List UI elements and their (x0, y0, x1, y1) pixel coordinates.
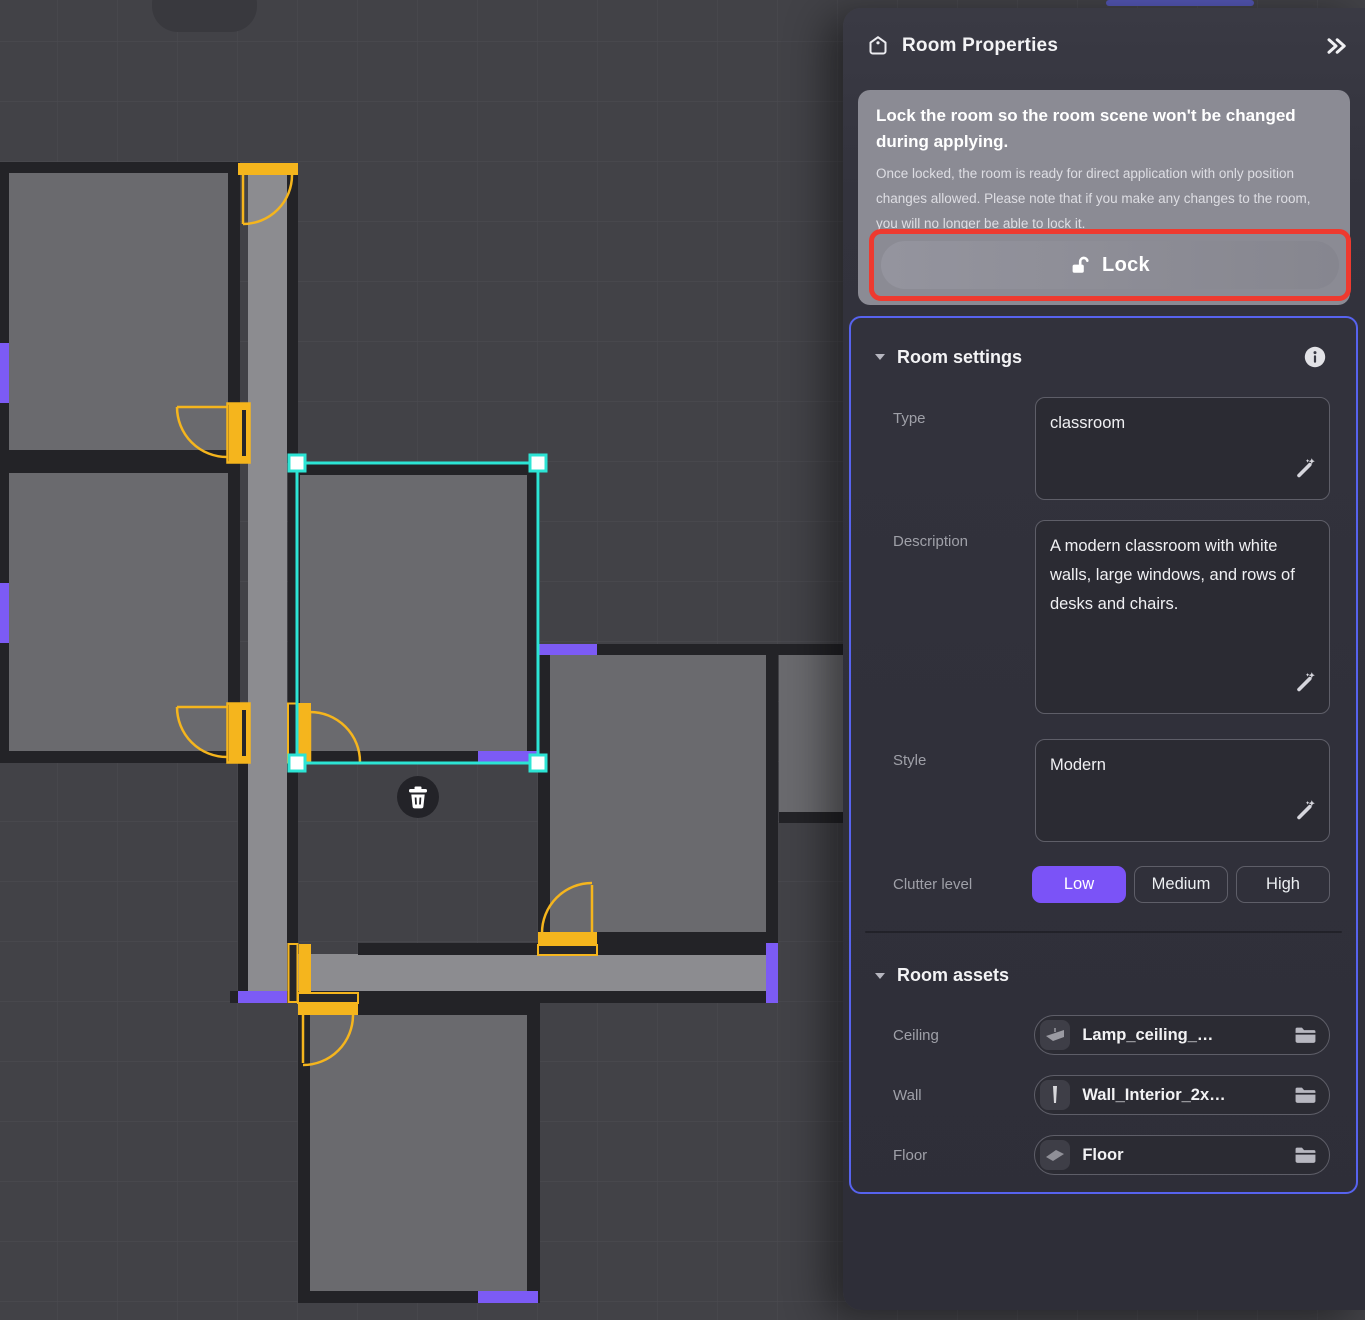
window-segment (238, 991, 287, 1003)
section-divider (865, 931, 1342, 933)
ceiling-asset-name: Lamp_ceiling_… (1082, 1026, 1282, 1045)
description-input[interactable]: A modern classroom with white walls, lar… (1035, 520, 1330, 714)
room-top-left (9, 172, 228, 450)
description-label: Description (893, 520, 1035, 714)
wall-asset-row: Wall Wall_Interior_2x… (893, 1075, 1330, 1115)
magic-wand-icon[interactable] (1295, 671, 1317, 703)
style-field-row: Style Modern (893, 739, 1330, 842)
ceiling-asset-pill[interactable]: Lamp_ceiling_… (1034, 1015, 1330, 1055)
section-title-room-settings: Room settings (897, 347, 1292, 368)
floor-asset-name: Floor (1082, 1146, 1282, 1165)
chevron-down-icon (875, 354, 885, 360)
window-segment (0, 343, 9, 403)
room-settings-header[interactable]: Room settings (875, 346, 1326, 368)
floor-asset-row: Floor Floor (893, 1135, 1330, 1175)
lock-button[interactable]: Lock (881, 241, 1339, 289)
info-icon[interactable] (1304, 346, 1326, 368)
room-assets-header[interactable]: Room assets (875, 965, 1326, 986)
room-far-right (779, 655, 843, 812)
room-properties-panel: Room Properties Lock the room so the roo… (843, 8, 1365, 1310)
room-selected-classroom (300, 475, 527, 752)
clutter-level-row: Clutter level Low Medium High (893, 866, 1330, 903)
type-field-row: Type classroom (893, 397, 1330, 500)
style-label: Style (893, 739, 1035, 842)
clutter-level-label: Clutter level (893, 876, 1032, 893)
ceiling-label: Ceiling (893, 1027, 1034, 1044)
clutter-option-medium[interactable]: Medium (1134, 866, 1228, 903)
floor-label: Floor (893, 1147, 1034, 1164)
floor-asset-pill[interactable]: Floor (1034, 1135, 1330, 1175)
section-title-room-assets: Room assets (897, 965, 1326, 986)
type-input[interactable]: classroom (1035, 397, 1330, 500)
clutter-level-options: Low Medium High (1032, 866, 1330, 903)
double-chevron-right-icon (1325, 35, 1347, 57)
delete-room-button[interactable] (397, 776, 439, 818)
lock-info-details: Once locked, the room is ready for direc… (876, 161, 1332, 236)
window-segment (478, 1291, 538, 1303)
lock-info-headline: Lock the room so the room scene won't be… (876, 103, 1332, 155)
room-bottom (310, 1015, 527, 1291)
room-mid-left (9, 473, 228, 751)
panel-header: Room Properties (866, 22, 1351, 70)
collapse-panel-button[interactable] (1321, 31, 1351, 61)
folder-icon[interactable] (1294, 1026, 1317, 1045)
hidden-toolbar-edge (1106, 0, 1254, 6)
description-field-row: Description A modern classroom with whit… (893, 520, 1330, 714)
unlock-icon (1070, 255, 1091, 276)
room-settings-group: Room settings Type classroom (849, 316, 1358, 1194)
style-input[interactable]: Modern (1035, 739, 1330, 842)
floor-asset-thumbnail (1040, 1140, 1070, 1170)
window-segment (538, 644, 597, 655)
selection-handle[interactable] (289, 755, 305, 771)
magic-wand-icon[interactable] (1295, 799, 1317, 831)
chevron-down-icon (875, 973, 885, 979)
selection-handle[interactable] (530, 755, 546, 771)
window-segment (0, 583, 9, 643)
lock-button-label: Lock (1102, 254, 1150, 277)
wall-asset-thumbnail (1040, 1080, 1070, 1110)
type-label: Type (893, 397, 1035, 500)
folder-icon[interactable] (1294, 1086, 1317, 1105)
selection-handle[interactable] (530, 455, 546, 471)
ceiling-asset-row: Ceiling Lamp_ceiling_… (893, 1015, 1330, 1055)
window-segment (766, 943, 778, 1003)
lock-button-highlight: Lock (869, 229, 1351, 301)
magic-wand-icon[interactable] (1295, 457, 1317, 489)
folder-icon[interactable] (1294, 1146, 1317, 1165)
clutter-option-high[interactable]: High (1236, 866, 1330, 903)
ceiling-asset-thumbnail (1040, 1020, 1070, 1050)
page-title: Room Properties (902, 35, 1309, 57)
room-mid-right (550, 655, 766, 932)
clutter-option-low[interactable]: Low (1032, 866, 1126, 903)
wall-asset-name: Wall_Interior_2x… (1082, 1086, 1282, 1105)
wall-asset-pill[interactable]: Wall_Interior_2x… (1034, 1075, 1330, 1115)
wall-label: Wall (893, 1087, 1034, 1104)
home-icon (866, 34, 890, 58)
toolbar-shadow-blob (152, 0, 257, 32)
selection-handle[interactable] (289, 455, 305, 471)
